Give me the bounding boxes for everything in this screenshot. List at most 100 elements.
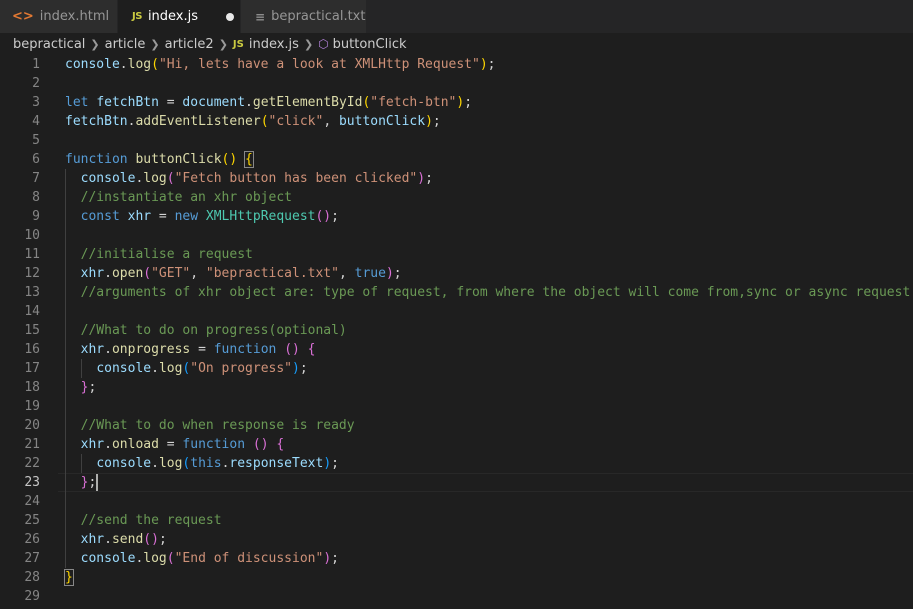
line-number: 19 [24, 399, 40, 414]
code-line[interactable]: 14 [0, 302, 913, 321]
text-cursor [96, 474, 99, 491]
code-token: () [315, 209, 332, 224]
code-token: console [96, 361, 152, 376]
code-line[interactable]: 13 //arguments of xhr object are: type o… [0, 283, 913, 302]
code-line[interactable]: 22 console.log(this.responseText); [0, 454, 913, 473]
code-line[interactable]: 9 const xhr = new XMLHttpRequest(); [0, 207, 913, 226]
code-token: ; [432, 114, 441, 129]
code-token: function [65, 152, 136, 167]
line-number: 4 [32, 114, 40, 129]
line-number: 1 [32, 57, 40, 72]
current-line-highlight [58, 473, 913, 492]
code-token: onprogress [111, 342, 191, 357]
code-token: log [158, 361, 183, 376]
code-token: new [174, 209, 206, 224]
code-token: ; [331, 456, 339, 471]
code-token: { [244, 151, 254, 168]
code-line[interactable]: 29 [0, 587, 913, 606]
code-line[interactable]: 3 let fetchBtn = document.getElementById(… [0, 93, 913, 112]
code-token: log [127, 57, 152, 72]
code-token: , [323, 114, 339, 129]
code-line[interactable]: 19 [0, 397, 913, 416]
code-token: log [143, 551, 167, 566]
code-token: xhr [80, 437, 105, 452]
line-number: 15 [24, 323, 40, 338]
code-line[interactable]: 27 console.log("End of discussion"); [0, 549, 913, 568]
code-token: ) [417, 171, 426, 186]
code-token: ( [166, 171, 175, 186]
line-number: 11 [24, 247, 40, 262]
code-text: } [64, 568, 74, 587]
code-text: //send the request [65, 511, 222, 530]
code-editor[interactable]: 1 console.log("Hi, lets have a look at XM… [0, 55, 913, 609]
code-token: open [111, 266, 144, 281]
breadcrumb-folder[interactable]: article [105, 37, 146, 52]
tab-index-js[interactable]: JS index.js [118, 0, 241, 33]
code-token: { [307, 342, 316, 357]
code-line[interactable]: 18 }; [0, 378, 913, 397]
code-text: fetchBtn.addEventListener("click", butto… [65, 112, 441, 131]
tab-label: index.js [147, 9, 199, 24]
line-number: 26 [24, 532, 40, 547]
code-line[interactable]: 7 console.log("Fetch button has been cli… [0, 169, 913, 188]
tab-index-html[interactable]: <> index.html [0, 0, 118, 33]
chevron-right-icon: ❯ [90, 37, 100, 51]
code-token: xhr [80, 266, 105, 281]
code-token: log [143, 171, 167, 186]
code-token: console [80, 171, 136, 186]
code-token: , [338, 266, 355, 281]
code-line[interactable]: 20 //What to do when response is ready [0, 416, 913, 435]
chevron-right-icon: ❯ [303, 37, 314, 51]
code-token: { [276, 437, 285, 452]
breadcrumb-folder[interactable]: article2 [165, 37, 214, 52]
code-line[interactable]: 1 console.log("Hi, lets have a look at XM… [0, 55, 913, 74]
breadcrumb-folder[interactable]: bepractical [13, 37, 85, 52]
code-line[interactable]: 11 //initialise a request [0, 245, 913, 264]
unsaved-dot-icon[interactable] [226, 12, 235, 21]
code-line[interactable]: 23 }; [0, 473, 913, 492]
line-number: 27 [24, 551, 40, 566]
code-line[interactable]: 16 xhr.onprogress = function () { [0, 340, 913, 359]
code-line[interactable]: 12 xhr.open("GET", "bepractical.txt", tr… [0, 264, 913, 283]
code-line[interactable]: 25 //send the request [0, 511, 913, 530]
indent-guide [65, 169, 66, 568]
line-number: 7 [32, 171, 40, 186]
code-token: xhr [80, 532, 105, 547]
code-token: send [111, 532, 144, 547]
code-token: "End of discussion" [174, 551, 324, 566]
code-line[interactable]: 15 //What to do on progress(optional) [0, 321, 913, 340]
code-token: } [64, 569, 74, 586]
code-line[interactable]: 26 xhr.send(); [0, 530, 913, 549]
code-line[interactable]: 5 [0, 131, 913, 150]
code-token: const [80, 209, 128, 224]
code-token: responseText [229, 456, 324, 471]
code-line[interactable]: 28} [0, 568, 913, 587]
code-token: xhr [80, 342, 105, 357]
code-line[interactable]: 17 console.log("On progress"); [0, 359, 913, 378]
tab-label: index.html [39, 9, 110, 24]
code-line[interactable]: 8 //instantiate an xhr object [0, 188, 913, 207]
breadcrumb-file[interactable]: index.js [249, 37, 299, 52]
code-token: ; [88, 380, 97, 395]
code-token: ; [487, 57, 496, 72]
code-token: console [65, 57, 120, 72]
html-file-icon: <> [12, 9, 34, 24]
code-token: ; [331, 209, 339, 224]
code-line[interactable]: 6 function buttonClick() { [0, 150, 913, 169]
code-token: console [96, 456, 152, 471]
chevron-right-icon: ❯ [218, 37, 228, 51]
tab-bepractical-txt[interactable]: ≡ bepractical.txt [241, 0, 367, 33]
code-line[interactable]: 2 [0, 74, 913, 93]
code-line[interactable]: 24 [0, 492, 913, 511]
code-line[interactable]: 4 fetchBtn.addEventListener("click", butt… [0, 112, 913, 131]
code-line[interactable]: 21 xhr.onload = function () { [0, 435, 913, 454]
function-cube-icon: ⬡ [318, 37, 329, 51]
code-line[interactable]: 10 [0, 226, 913, 245]
breadcrumb-symbol[interactable]: buttonClick [333, 37, 407, 52]
